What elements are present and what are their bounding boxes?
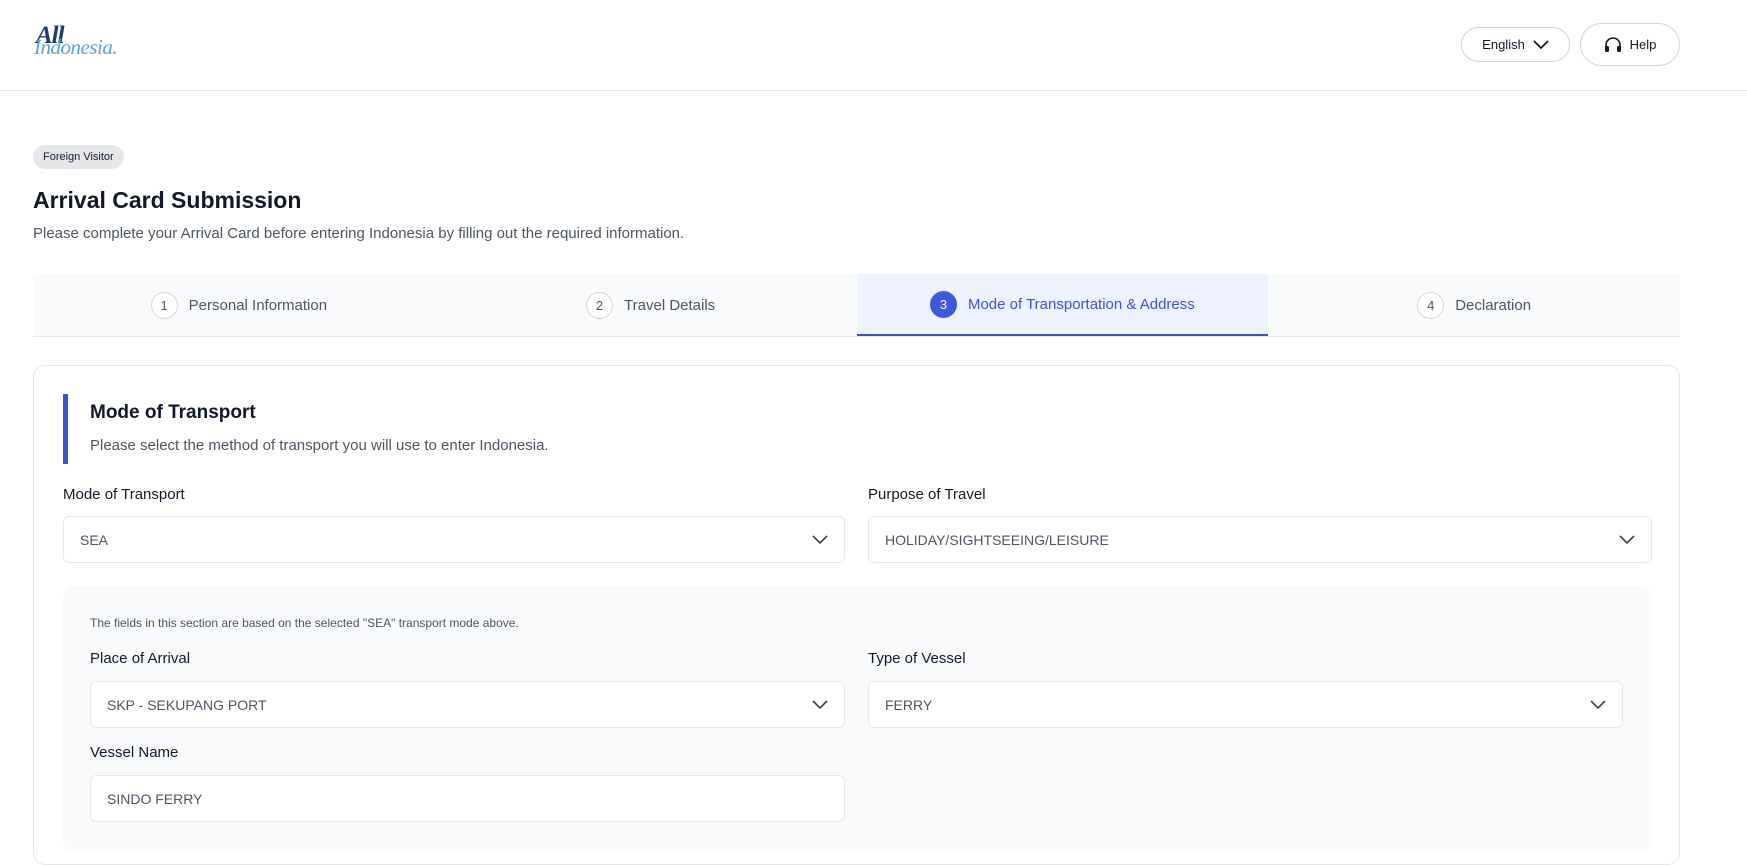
step-label: Declaration xyxy=(1455,296,1532,314)
chevron-down-icon xyxy=(1533,39,1549,49)
sea-mode-note: The fields in this section are based on … xyxy=(90,616,519,630)
section-subtitle: Please select the method of transport yo… xyxy=(90,437,549,454)
section-title: Mode of Transport xyxy=(90,402,256,423)
page-title: Arrival Card Submission xyxy=(33,187,302,213)
chevron-down-icon xyxy=(812,699,828,709)
help-button[interactable]: Help xyxy=(1580,23,1680,66)
language-label: English xyxy=(1482,37,1525,52)
step-number: 4 xyxy=(1417,291,1445,319)
chevron-down-icon xyxy=(1619,534,1635,544)
step-number: 1 xyxy=(150,291,178,319)
step-travel-details[interactable]: 2 Travel Details xyxy=(445,274,857,336)
step-number: 2 xyxy=(586,291,614,319)
purpose-of-travel-value: HOLIDAY/SIGHTSEEING/LEISURE xyxy=(885,531,1109,548)
page-subtitle: Please complete your Arrival Card before… xyxy=(33,225,685,242)
section-accent-bar xyxy=(63,394,68,464)
purpose-of-travel-label: Purpose of Travel xyxy=(868,486,986,503)
place-of-arrival-label: Place of Arrival xyxy=(90,650,191,667)
mode-of-transport-label: Mode of Transport xyxy=(63,486,185,503)
language-selector-button[interactable]: English xyxy=(1461,27,1570,62)
vessel-name-input[interactable]: SINDO FERRY xyxy=(90,775,845,822)
headset-icon xyxy=(1604,36,1621,52)
step-label: Travel Details xyxy=(624,296,716,314)
help-label: Help xyxy=(1629,37,1657,52)
type-of-vessel-label: Type of Vessel xyxy=(868,650,966,667)
transport-form-card: Mode of Transport Please select the meth… xyxy=(33,365,1680,865)
chevron-down-icon xyxy=(1590,699,1606,709)
vessel-name-value: SINDO FERRY xyxy=(107,790,203,807)
type-of-vessel-select[interactable]: FERRY xyxy=(868,681,1623,728)
vessel-name-label: Vessel Name xyxy=(90,744,179,761)
chevron-down-icon xyxy=(812,534,828,544)
top-header: All Indonesia. English Help xyxy=(0,0,1747,91)
step-mode-of-transportation[interactable]: 3 Mode of Transportation & Address xyxy=(856,274,1269,336)
all-indonesia-logo[interactable]: All Indonesia. xyxy=(34,22,134,66)
place-of-arrival-value: SKP - SEKUPANG PORT xyxy=(107,696,267,713)
step-number: 3 xyxy=(929,290,957,318)
place-of-arrival-select[interactable]: SKP - SEKUPANG PORT xyxy=(90,681,845,728)
visitor-type-badge: Foreign Visitor xyxy=(33,145,124,169)
step-label: Mode of Transportation & Address xyxy=(967,295,1195,313)
logo-indonesia-text: Indonesia. xyxy=(34,35,118,59)
purpose-of-travel-select[interactable]: HOLIDAY/SIGHTSEEING/LEISURE xyxy=(868,516,1652,563)
step-personal-information[interactable]: 1 Personal Information xyxy=(33,274,445,336)
mode-of-transport-value: SEA xyxy=(80,531,109,548)
mode-of-transport-select[interactable]: SEA xyxy=(63,516,845,563)
step-label: Personal Information xyxy=(188,296,328,314)
type-of-vessel-value: FERRY xyxy=(885,696,933,713)
sea-transport-subsection: The fields in this section are based on … xyxy=(63,586,1652,851)
step-declaration[interactable]: 4 Declaration xyxy=(1268,274,1680,336)
progress-stepper: 1 Personal Information 2 Travel Details … xyxy=(33,274,1680,337)
